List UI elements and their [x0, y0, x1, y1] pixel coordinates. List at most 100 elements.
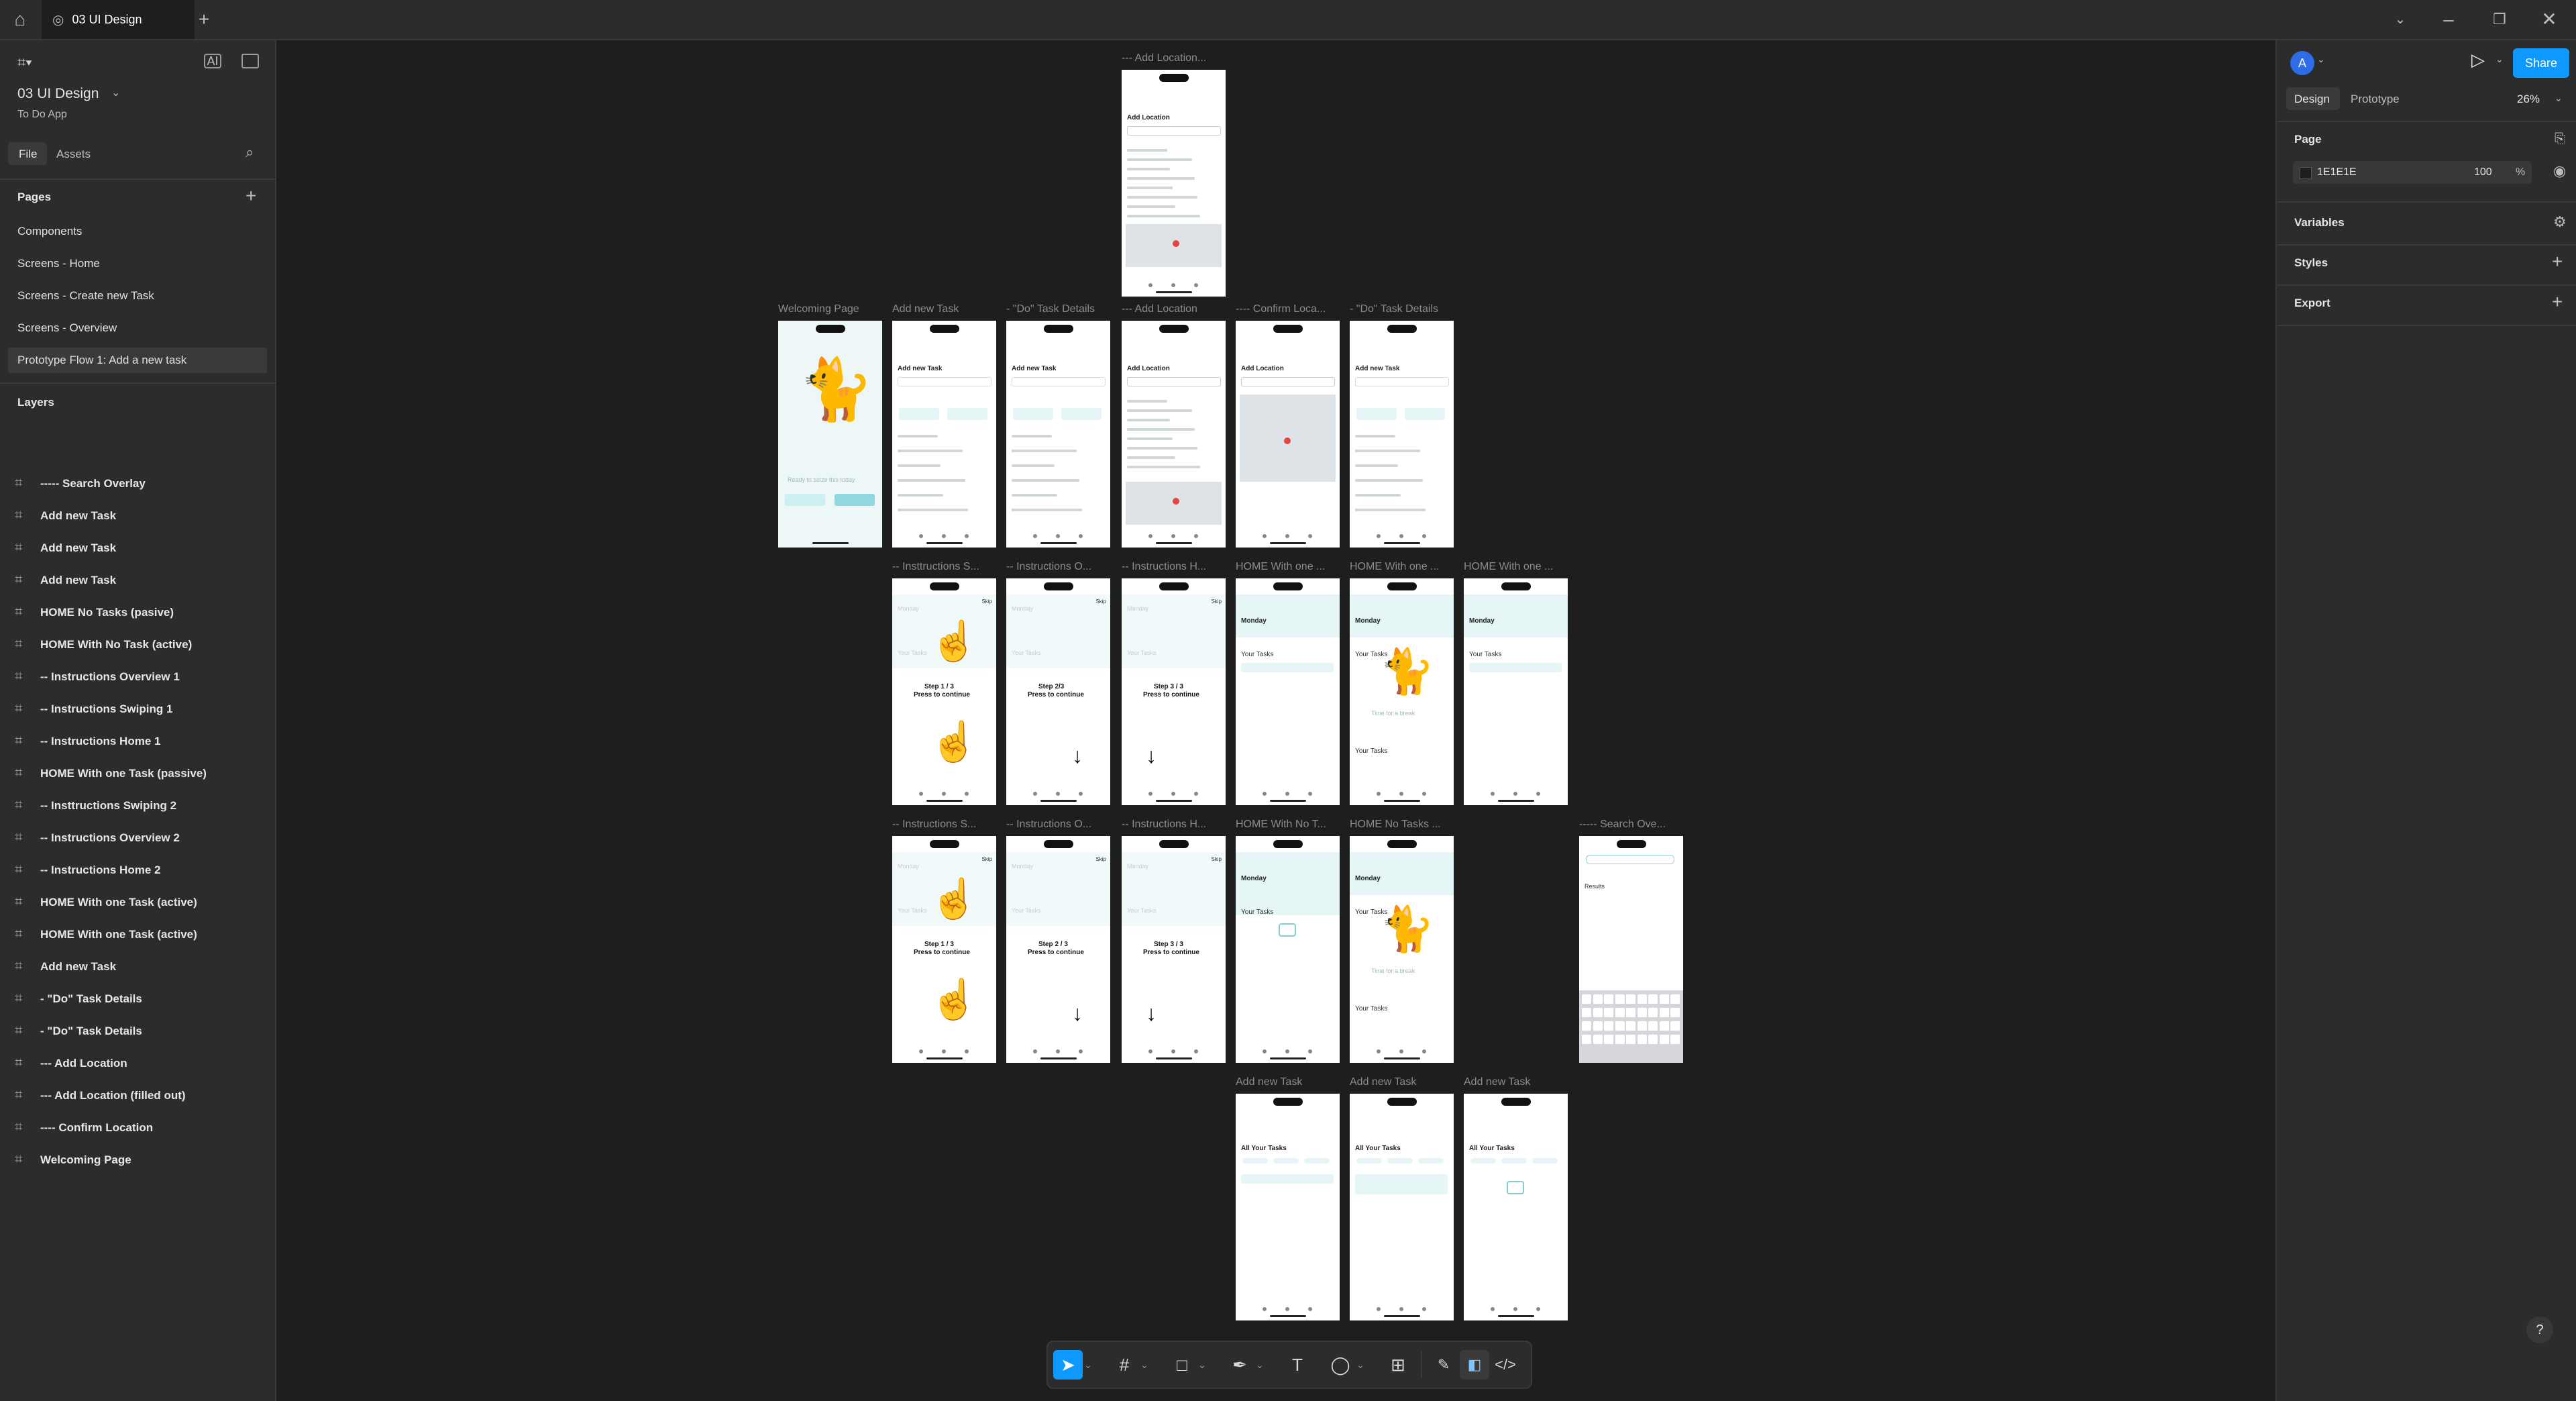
shape-tool-chevron-icon[interactable]: ⌄ — [1197, 1350, 1208, 1380]
phone-frame[interactable]: Skip Monday Your Tasks Step 2/3 Press to con… — [1006, 578, 1110, 805]
frame-label[interactable]: HOME With one ... — [1236, 561, 1353, 573]
page-bg-field[interactable]: 1E1E1E 100 % — [2293, 161, 2532, 184]
eye-icon[interactable]: ◉ — [2553, 162, 2566, 180]
frame-label[interactable]: -- Instructions H... — [1122, 561, 1239, 573]
layer-item[interactable]: ⌗ HOME With one Task (active) — [15, 888, 197, 915]
frame-label[interactable]: HOME With one ... — [1350, 561, 1467, 573]
layer-item[interactable]: ⌗ HOME With one Task (active) — [15, 921, 197, 947]
phone-frame[interactable]: Add new Task — [892, 321, 996, 548]
pen-tool-icon[interactable]: ✒ — [1225, 1350, 1254, 1380]
layer-item[interactable]: ⌗ Welcoming Page — [15, 1146, 131, 1173]
project-name[interactable]: To Do App — [17, 109, 67, 121]
page-item-prototype-flow[interactable]: Prototype Flow 1: Add a new task — [8, 348, 267, 373]
phone-frame[interactable]: Monday Your Tasks 🐈 Time for a break Your Ta… — [1350, 836, 1454, 1063]
file-menu-chevron-icon[interactable]: ⌄ — [111, 86, 120, 99]
frame-tool-chevron-icon[interactable]: ⌄ — [1139, 1350, 1150, 1380]
phone-frame[interactable]: Monday Your Tasks — [1464, 578, 1568, 805]
main-menu-icon[interactable]: ⌗▾ — [17, 54, 32, 71]
canvas[interactable]: --- Add Location... Add Location Welcoming… — [276, 40, 2274, 1401]
avatar[interactable]: A — [2290, 51, 2314, 75]
chevron-down-icon[interactable]: ⌄ — [2385, 0, 2415, 39]
help-button[interactable]: ? — [2526, 1316, 2553, 1343]
new-tab-button[interactable]: + — [191, 0, 217, 39]
phone-frame[interactable]: Monday Your Tasks — [1236, 578, 1340, 805]
phone-frame[interactable]: All Your Tasks — [1350, 1094, 1454, 1320]
frame-label[interactable]: -- Instructions H... — [1122, 819, 1239, 831]
actions-icon[interactable]: ⊞ — [1383, 1350, 1413, 1380]
phone-frame[interactable]: Skip Monday Your Tasks Step 3 / 3 Press to c… — [1122, 836, 1226, 1063]
layer-item[interactable]: ⌗ Add new Task — [15, 566, 116, 593]
phone-frame[interactable]: Add Location — [1122, 321, 1226, 548]
tab-assets[interactable]: Assets — [56, 148, 91, 161]
layer-item[interactable]: ⌗ --- Add Location (filled out) — [15, 1082, 186, 1108]
dev-mode-icon[interactable]: </> — [1491, 1350, 1520, 1380]
color-swatch[interactable] — [2300, 167, 2312, 179]
tab-prototype[interactable]: Prototype — [2351, 93, 2400, 106]
frame-label[interactable]: Add new Task — [1350, 1076, 1467, 1088]
layer-item[interactable]: ⌗ --- Add Location — [15, 1049, 127, 1076]
avatar-menu-chevron-icon[interactable]: ⌄ — [2317, 54, 2325, 65]
add-page-icon[interactable]: + — [246, 185, 256, 207]
frame-tool-icon[interactable]: # — [1110, 1350, 1139, 1380]
layer-item[interactable]: ⌗ HOME With No Task (active) — [15, 631, 192, 658]
search-icon[interactable]: ⌕ — [246, 144, 254, 161]
phone-frame[interactable]: Add new Task — [1006, 321, 1110, 548]
add-export-icon[interactable]: + — [2552, 291, 2563, 313]
comment-tool-icon[interactable]: ◯ — [1326, 1350, 1355, 1380]
ai-icon[interactable]: AI — [204, 54, 221, 68]
layer-item[interactable]: ⌗ Add new Task — [15, 953, 116, 980]
frame-label[interactable]: --- Add Location — [1122, 303, 1239, 315]
frame-label[interactable]: HOME No Tasks ... — [1350, 819, 1467, 831]
zoom-chevron-icon[interactable]: ⌄ — [2555, 93, 2563, 104]
phone-frame[interactable]: Add Location — [1122, 70, 1226, 297]
page-item-screens-create[interactable]: Screens - Create new Task — [8, 283, 267, 309]
zoom-level[interactable]: 26% — [2517, 93, 2540, 106]
phone-frame[interactable]: All Your Tasks — [1236, 1094, 1340, 1320]
frame-label[interactable]: - "Do" Task Details — [1006, 303, 1124, 315]
phone-frame[interactable]: Monday Your Tasks — [1236, 836, 1340, 1063]
present-menu-chevron-icon[interactable]: ⌄ — [2496, 54, 2504, 65]
phone-frame[interactable]: Results — [1579, 836, 1683, 1063]
frame-label[interactable]: ----- Search Ove... — [1579, 819, 1697, 831]
variables-heading[interactable]: Variables — [2294, 216, 2345, 229]
frame-label[interactable]: - "Do" Task Details — [1350, 303, 1467, 315]
design-mode-icon[interactable]: ◧ — [1460, 1350, 1489, 1380]
tab-file[interactable]: File — [19, 148, 37, 161]
frame-label[interactable]: -- Instructions O... — [1006, 819, 1124, 831]
variables-settings-icon[interactable]: ⚙ — [2553, 213, 2567, 231]
page-settings-icon[interactable]: ⎘ — [2555, 132, 2565, 147]
file-tab[interactable]: ◎ 03 UI Design — [42, 0, 195, 39]
phone-frame[interactable]: Skip Monday Your Tasks Step 1 / 3 Press to c… — [892, 578, 996, 805]
layer-item[interactable]: ⌗ - "Do" Task Details — [15, 1017, 142, 1044]
layer-item[interactable]: ⌗ HOME With one Task (passive) — [15, 760, 207, 786]
move-tool-icon[interactable]: ➤ — [1053, 1350, 1083, 1380]
frame-label[interactable]: HOME With one ... — [1464, 561, 1581, 573]
layer-item[interactable]: ⌗ ----- Search Overlay — [15, 470, 146, 497]
minimize-icon[interactable]: – — [2434, 0, 2463, 39]
export-heading[interactable]: Export — [2294, 297, 2330, 310]
text-tool-icon[interactable]: T — [1283, 1350, 1312, 1380]
add-style-icon[interactable]: + — [2552, 251, 2563, 272]
phone-frame[interactable]: Add new Task — [1350, 321, 1454, 548]
frame-label[interactable]: ---- Confirm Loca... — [1236, 303, 1353, 315]
shape-tool-icon[interactable]: □ — [1167, 1350, 1197, 1380]
pen-tool-chevron-icon[interactable]: ⌄ — [1254, 1350, 1265, 1380]
file-name[interactable]: 03 UI Design — [17, 86, 99, 102]
comment-tool-chevron-icon[interactable]: ⌄ — [1355, 1350, 1366, 1380]
page-item-components[interactable]: Components — [8, 219, 267, 244]
layer-item[interactable]: ⌗ Add new Task — [15, 502, 116, 529]
layer-item[interactable]: ⌗ ---- Confirm Location — [15, 1114, 153, 1141]
frame-label[interactable]: -- Instructions O... — [1006, 561, 1124, 573]
frame-label[interactable]: Add new Task — [1464, 1076, 1581, 1088]
layer-item[interactable]: ⌗ -- Insttructions Swiping 2 — [15, 792, 176, 819]
phone-frame[interactable]: All Your Tasks — [1464, 1094, 1568, 1320]
sidebar-toggle-icon[interactable] — [241, 54, 259, 68]
tab-design[interactable]: Design — [2294, 93, 2330, 106]
present-icon[interactable]: ▷ — [2471, 50, 2485, 70]
layer-item[interactable]: ⌗ -- Instructions Home 2 — [15, 856, 160, 883]
frame-label[interactable]: Add new Task — [1236, 1076, 1353, 1088]
layer-item[interactable]: ⌗ -- Instructions Swiping 1 — [15, 695, 172, 722]
layer-item[interactable]: ⌗ -- Instructions Overview 2 — [15, 824, 180, 851]
share-button[interactable]: Share — [2513, 48, 2569, 78]
maximize-icon[interactable]: ❐ — [2485, 0, 2514, 39]
